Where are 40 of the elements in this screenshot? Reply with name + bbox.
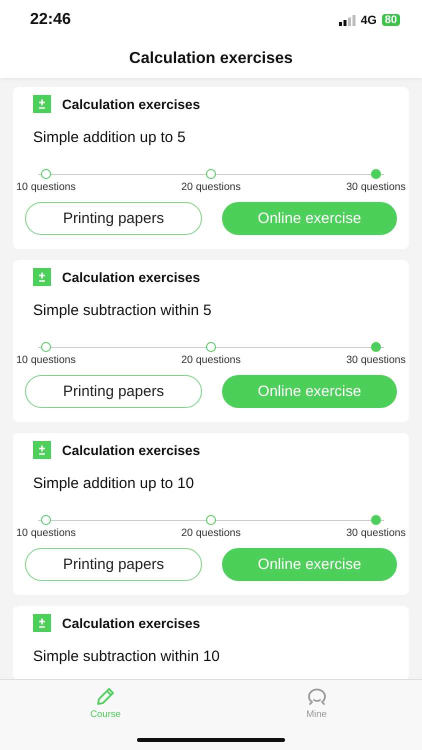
exercise-title: Simple subtraction within 10	[32, 647, 221, 666]
signal-icon	[338, 14, 356, 26]
plus-minus-icon	[33, 614, 51, 632]
plus-minus-icon	[33, 268, 51, 286]
option-dot[interactable]	[371, 515, 381, 525]
option-label[interactable]: 20 questions	[181, 527, 241, 539]
option-label[interactable]: 10 questions	[16, 354, 76, 366]
option-dot[interactable]	[206, 515, 216, 525]
print-button[interactable]: Printing papers	[25, 375, 202, 408]
battery-level: 80	[382, 14, 400, 26]
option-label[interactable]: 20 questions	[181, 181, 241, 193]
option-dot[interactable]	[206, 169, 216, 179]
person-icon	[306, 686, 328, 706]
status-time: 22:46	[30, 11, 71, 29]
option-label[interactable]: 30 questions	[346, 527, 406, 539]
exercise-title: Simple addition up to 10	[32, 474, 195, 493]
option-dot[interactable]	[41, 169, 51, 179]
exercise-title: Simple subtraction within 5	[32, 301, 212, 320]
print-button[interactable]: Printing papers	[25, 202, 202, 235]
category-label: Calculation exercises	[62, 270, 200, 284]
network-label: 4G	[360, 13, 377, 27]
category-label: Calculation exercises	[62, 616, 200, 630]
option-dot[interactable]	[371, 169, 381, 179]
category-label: Calculation exercises	[62, 96, 200, 112]
exercise-title: Simple addition up to 5	[32, 128, 187, 147]
plus-minus-icon	[33, 95, 51, 113]
option-label[interactable]: 10 questions	[16, 181, 76, 193]
option-label[interactable]: 30 questions	[346, 181, 406, 193]
print-button[interactable]: Printing papers	[25, 548, 202, 581]
page-title: Calculation exercises	[129, 50, 293, 68]
option-dot[interactable]	[41, 342, 51, 352]
option-label[interactable]: 10 questions	[16, 527, 76, 539]
pencil-icon	[94, 686, 116, 706]
option-dot[interactable]	[371, 342, 381, 352]
option-dot[interactable]	[41, 515, 51, 525]
option-label[interactable]: 20 questions	[181, 354, 241, 366]
option-label[interactable]: 30 questions	[346, 354, 406, 366]
option-dot[interactable]	[206, 342, 216, 352]
category-label: Calculation exercises	[62, 442, 200, 458]
plus-minus-icon	[33, 441, 51, 459]
